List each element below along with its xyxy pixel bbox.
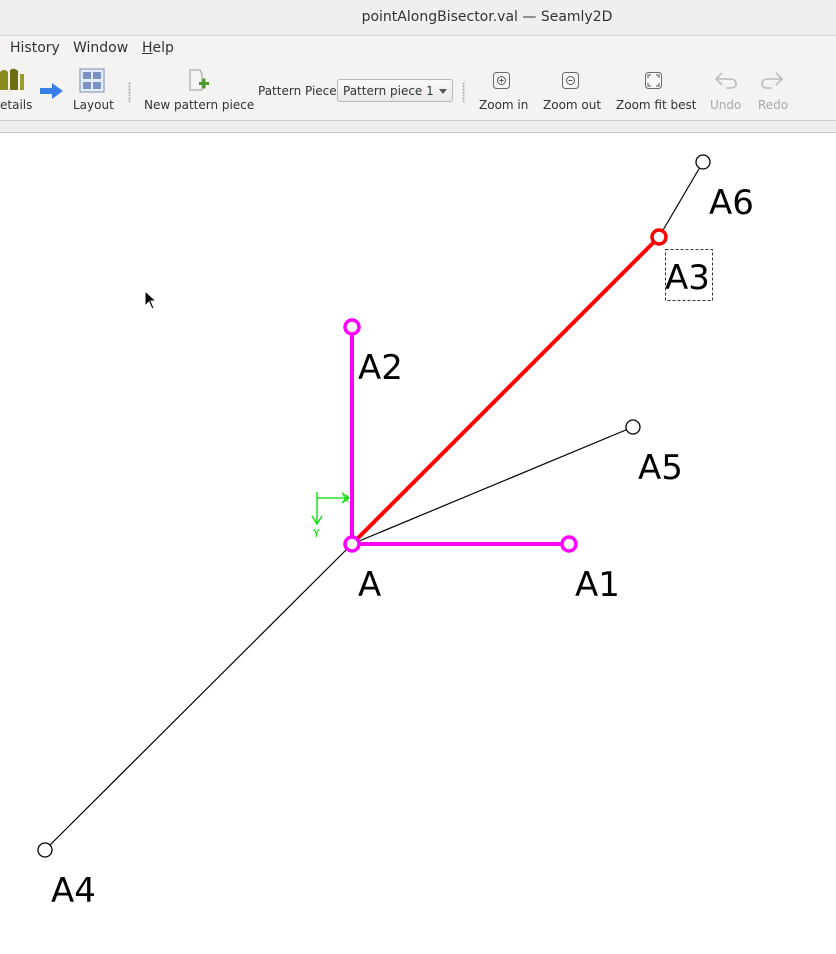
line-A-A5[interactable] xyxy=(351,426,634,545)
point-A2[interactable] xyxy=(343,318,361,336)
drawing-canvas[interactable]: X Y A A1 A2 A3 A4 A5 A6 xyxy=(0,133,836,954)
menu-help-mnemonic: H xyxy=(142,40,153,56)
menu-window[interactable]: Window xyxy=(73,39,128,57)
layout-label: Layout xyxy=(73,98,114,112)
zoom-in-label: Zoom in xyxy=(479,98,529,112)
point-A[interactable] xyxy=(343,535,361,553)
toolbar-separator xyxy=(462,82,465,102)
menu-help[interactable]: Help xyxy=(142,39,174,57)
zoom-out-button[interactable]: Zoom out xyxy=(540,60,602,118)
zoom-fit-best-icon xyxy=(645,72,662,89)
details-label: etails xyxy=(0,98,33,112)
pattern-piece-label: Pattern Piece: xyxy=(258,84,341,98)
zoom-fit-best-button[interactable]: Zoom fit best xyxy=(613,60,697,118)
zoom-in-button[interactable]: Zoom in xyxy=(476,60,530,118)
undo-button[interactable]: Undo xyxy=(706,60,744,118)
title-bar: pointAlongBisector.val — Seamly2D xyxy=(0,0,836,36)
point-A5[interactable] xyxy=(625,419,641,435)
zoom-out-label: Zoom out xyxy=(543,98,602,112)
details-button[interactable]: etails xyxy=(0,60,36,118)
point-A3[interactable] xyxy=(650,228,668,246)
point-A1[interactable] xyxy=(560,535,578,553)
point-label-A5[interactable]: A5 xyxy=(638,448,683,488)
menu-help-rest: elp xyxy=(152,40,174,56)
point-label-A6[interactable]: A6 xyxy=(709,183,754,223)
line-A3-A6[interactable] xyxy=(658,161,704,238)
pattern-piece-select-value: Pattern piece 1 xyxy=(343,84,434,98)
window-title: pointAlongBisector.val — Seamly2D xyxy=(361,9,613,25)
axis-y-label: Y xyxy=(312,527,320,540)
axis-x-label: X xyxy=(342,494,349,505)
arrow-right-icon xyxy=(40,83,63,99)
zoom-in-icon xyxy=(493,72,510,89)
point-label-A4[interactable]: A4 xyxy=(51,871,96,911)
new-pattern-piece-button[interactable]: New pattern piece xyxy=(143,60,255,118)
redo-label: Redo xyxy=(758,98,789,112)
point-label-A3[interactable]: A3 xyxy=(665,258,710,298)
layout-icon xyxy=(79,68,105,93)
point-label-A2[interactable]: A2 xyxy=(358,348,403,388)
redo-icon xyxy=(761,72,784,89)
new-pattern-piece-label: New pattern piece xyxy=(144,98,255,112)
zoom-out-icon xyxy=(562,72,579,89)
point-A6[interactable] xyxy=(695,154,711,170)
mouse-cursor-icon xyxy=(144,290,158,310)
redo-button[interactable]: Redo xyxy=(754,60,792,118)
line-A-A3[interactable] xyxy=(350,235,661,546)
secondary-toolbar xyxy=(0,121,836,133)
undo-label: Undo xyxy=(710,98,742,112)
undo-icon xyxy=(714,72,737,89)
details-icon xyxy=(0,68,24,90)
line-A-A4[interactable] xyxy=(44,543,353,851)
toolbar-separator xyxy=(128,82,131,102)
pattern-piece-select[interactable]: Pattern piece 1 xyxy=(337,79,453,102)
menu-history[interactable]: History xyxy=(10,39,60,57)
layout-button[interactable]: Layout xyxy=(70,60,114,118)
new-pattern-piece-icon xyxy=(189,69,209,91)
point-A4[interactable] xyxy=(37,842,53,858)
chevron-down-icon xyxy=(439,89,447,94)
menu-bar: History Window Help xyxy=(0,36,836,60)
zoom-fit-best-label: Zoom fit best xyxy=(616,98,697,112)
point-label-A[interactable]: A xyxy=(358,565,381,605)
point-label-A1[interactable]: A1 xyxy=(575,565,620,605)
